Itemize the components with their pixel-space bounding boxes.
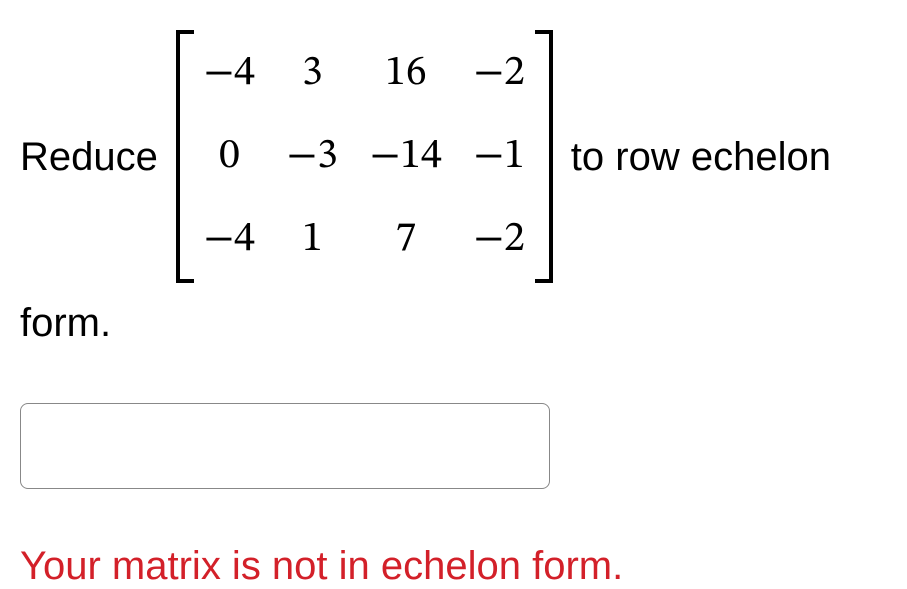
bracket-left-icon	[176, 30, 190, 283]
text-after-matrix: to row echelon	[571, 127, 831, 187]
text-trailing: form.	[20, 293, 887, 353]
matrix-cell: 16	[370, 42, 442, 105]
matrix-cell: −2	[474, 42, 525, 105]
matrix-cell: −3	[287, 125, 338, 188]
matrix-cell: −4	[204, 208, 255, 271]
matrix-cell: 1	[287, 208, 338, 271]
answer-input[interactable]	[20, 403, 550, 489]
problem-statement: Reduce −4 3 16 −2 0 −3 −14 −1 −4 1 7 −2 …	[20, 30, 887, 353]
matrix-cell: −2	[474, 208, 525, 271]
matrix-cell: −14	[370, 125, 442, 188]
matrix: −4 3 16 −2 0 −3 −14 −1 −4 1 7 −2	[176, 30, 553, 283]
matrix-cell: 0	[204, 125, 255, 188]
matrix-cell: −1	[474, 125, 525, 188]
matrix-cell: 7	[370, 208, 442, 271]
matrix-cell: −4	[204, 42, 255, 105]
feedback-message: Your matrix is not in echelon form.	[20, 544, 887, 589]
matrix-cell: 3	[287, 42, 338, 105]
bracket-right-icon	[539, 30, 553, 283]
matrix-grid: −4 3 16 −2 0 −3 −14 −1 −4 1 7 −2	[190, 30, 539, 283]
text-before-matrix: Reduce	[20, 127, 158, 187]
